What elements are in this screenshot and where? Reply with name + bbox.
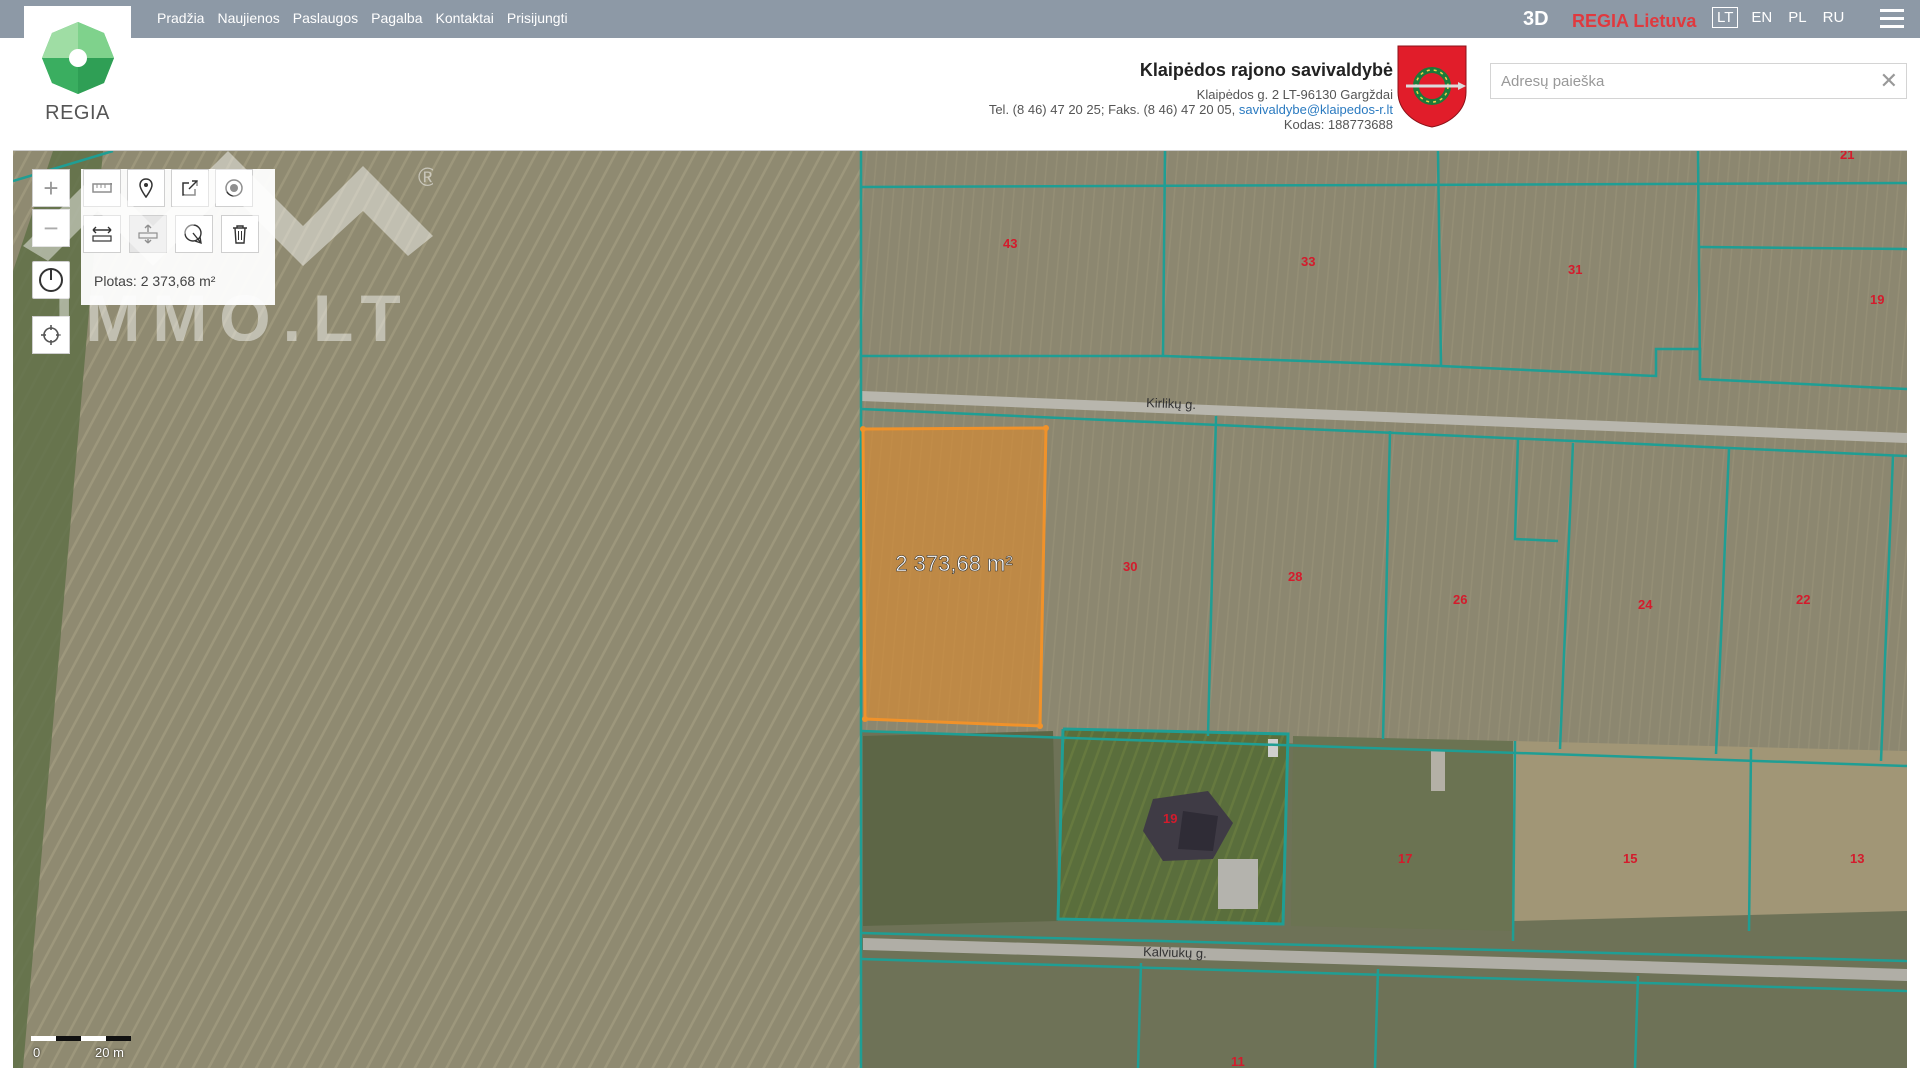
regia-logo-icon [42, 22, 114, 94]
coat-of-arms-icon [1397, 45, 1467, 128]
nav-item-pagalba[interactable]: Pagalba [371, 10, 422, 26]
lang-ru[interactable]: RU [1820, 7, 1848, 28]
parcel-number: 19 [1870, 292, 1884, 307]
watermark-text: IMMO.LT [55, 281, 413, 341]
parcel-number: 15 [1623, 851, 1637, 866]
3d-view-button[interactable]: 3D [1523, 8, 1549, 31]
regia-logo-text: REGIA [45, 102, 110, 124]
clear-search-icon[interactable]: ✕ [1880, 68, 1898, 94]
parcel-number: 31 [1568, 262, 1582, 277]
immo-watermark: IMMO.LT ® [23, 151, 433, 341]
nav-item-paslaugos[interactable]: Paslaugos [293, 10, 358, 26]
parcel-number: 26 [1453, 592, 1467, 607]
scale-start-label: 0 [33, 1045, 41, 1060]
scale-bar: 0 20 m [31, 1031, 131, 1060]
selected-parcel-area-label: 2 373,68 m² [895, 551, 1012, 576]
email-link[interactable]: savivaldybe@klaipedos-r.lt [1239, 102, 1393, 117]
main-nav: Pradžia Naujienos Paslaugos Pagalba Kont… [157, 10, 568, 26]
regia-lietuva-link[interactable]: REGIA Lietuva [1572, 11, 1696, 32]
parcel-number: 22 [1796, 592, 1810, 607]
municipality-contacts: Tel. (8 46) 47 20 25; Faks. (8 46) 47 20… [989, 102, 1393, 117]
nav-item-naujienos[interactable]: Naujienos [217, 10, 279, 26]
shed [1431, 751, 1445, 791]
parcel-number: 21 [1840, 151, 1854, 162]
lang-pl[interactable]: PL [1785, 7, 1809, 28]
parcel-number: 17 [1398, 851, 1412, 866]
lang-en[interactable]: EN [1748, 7, 1775, 28]
lang-lt[interactable]: LT [1712, 7, 1739, 28]
watermark-registered-mark: ® [418, 162, 433, 192]
hamburger-menu-icon[interactable] [1880, 9, 1904, 29]
nav-item-prisijungti[interactable]: Prisijungti [507, 10, 568, 26]
parcel-number: 28 [1288, 569, 1302, 584]
parcel-number: 24 [1638, 597, 1653, 612]
field-15-13 [1513, 741, 1907, 921]
parcel-number: 43 [1003, 236, 1017, 251]
parcel-number: 11 [1231, 1054, 1245, 1068]
parcel-number: 30 [1123, 559, 1137, 574]
address-search: ✕ [1490, 63, 1907, 99]
parcel-number: 33 [1301, 254, 1315, 269]
scale-end-label: 20 m [95, 1045, 124, 1060]
street-label-kirliku: Kirlikų g. [1146, 395, 1196, 412]
language-switcher: LT EN PL RU [1712, 7, 1847, 28]
nav-item-kontaktai[interactable]: Kontaktai [436, 10, 494, 26]
parcel-number: 19 [1163, 811, 1177, 826]
selected-parcel[interactable] [861, 426, 1048, 728]
municipality-code: Kodas: 188773688 [1283, 117, 1393, 132]
address-search-input[interactable] [1491, 64, 1881, 98]
phone-fax-text: Tel. (8 46) 47 20 25; Faks. (8 46) 47 20… [988, 102, 1236, 117]
yard-17 [1291, 736, 1513, 931]
municipality-name: Klaipėdos rajono savivaldybė [1139, 60, 1393, 80]
map-view[interactable]: 2 373,68 m² 43 33 31 21 19 30 28 26 24 2… [13, 150, 1907, 1068]
nav-item-pradzia[interactable]: Pradžia [157, 10, 204, 26]
street-label-kalviuku: Kalviukų g. [1143, 944, 1207, 961]
scale-bar-graphic [31, 1036, 131, 1041]
small-building [1268, 739, 1278, 757]
yard-west [863, 731, 1058, 926]
top-nav-bar: Pradžia Naujienos Paslaugos Pagalba Kont… [0, 0, 1920, 38]
parcel-number: 13 [1850, 851, 1864, 866]
regia-logo[interactable]: REGIA [24, 6, 131, 124]
municipality-address: Klaipėdos g. 2 LT-96130 Gargždai [1196, 87, 1393, 102]
